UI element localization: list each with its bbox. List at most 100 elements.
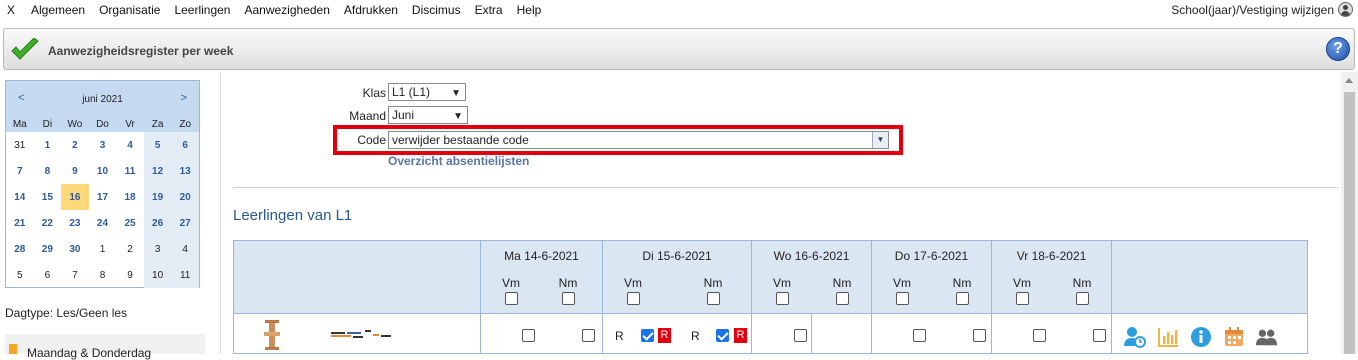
calendar-day[interactable]: 23 (61, 210, 89, 236)
calendar-day[interactable]: 5 (6, 262, 34, 288)
help-icon[interactable]: ? (1326, 37, 1350, 61)
code-select[interactable]: verwijder bestaande code ▼ (388, 131, 889, 149)
chart-icon[interactable] (1157, 326, 1179, 348)
calendar-day[interactable]: 10 (89, 158, 117, 184)
calendar-day[interactable]: 9 (116, 262, 144, 288)
calendar-day[interactable]: 16 (61, 184, 89, 210)
checkbox-vm-all[interactable] (776, 292, 789, 305)
actions-header (1112, 241, 1307, 313)
checkmark-icon (11, 38, 39, 60)
calendar-day[interactable]: 12 (143, 158, 172, 184)
checkbox-di-vm[interactable] (641, 329, 654, 342)
user-icon[interactable] (1338, 2, 1353, 17)
checkbox-nm-all[interactable] (956, 292, 969, 305)
calendar-day[interactable]: 1 (34, 132, 62, 158)
calendar-day[interactable]: 11 (171, 262, 199, 288)
calendar-day[interactable]: 15 (34, 184, 62, 210)
calendar-day[interactable]: 28 (6, 236, 34, 262)
calendar-day[interactable]: 2 (116, 236, 144, 262)
calendar-day[interactable]: 6 (171, 132, 199, 158)
calendar-day[interactable]: 21 (6, 210, 34, 236)
checkbox-nm-all[interactable] (836, 292, 849, 305)
calendar-day[interactable]: 1 (89, 236, 117, 262)
calendar-day[interactable]: 25 (116, 210, 144, 236)
checkbox-di-nm[interactable] (716, 329, 729, 342)
menu-help[interactable]: Help (510, 0, 549, 20)
klas-label: Klas (362, 86, 386, 100)
users-icon[interactable] (1256, 326, 1278, 348)
checkbox-vm-all[interactable] (896, 292, 909, 305)
maand-select[interactable]: Juni ▼ (388, 106, 468, 124)
calendar-day[interactable]: 18 (116, 184, 144, 210)
checkbox-ma-vm[interactable] (522, 329, 535, 342)
weekday-header: Za (143, 116, 172, 132)
checkbox-vm-all[interactable] (505, 292, 518, 305)
checkbox-nm-all[interactable] (707, 292, 720, 305)
calendar-day[interactable]: 24 (89, 210, 117, 236)
calendar-day[interactable]: 27 (171, 210, 199, 236)
calendar-day[interactable]: 10 (143, 262, 172, 288)
menu-aanwezigheden[interactable]: Aanwezigheden (237, 0, 336, 20)
menu-organisatie[interactable]: Organisatie (92, 0, 167, 20)
calendar-day[interactable]: 4 (171, 236, 199, 262)
calendar-day[interactable]: 2 (61, 132, 89, 158)
menu-leerlingen[interactable]: Leerlingen (167, 0, 237, 20)
checkbox-vm-all[interactable] (1016, 292, 1029, 305)
checkbox-wo-vm[interactable] (794, 329, 807, 342)
calendar-day[interactable]: 17 (89, 184, 117, 210)
menu-discimus[interactable]: Discimus (405, 0, 468, 20)
user-clock-icon[interactable] (1124, 326, 1146, 348)
calendar-day[interactable]: 7 (61, 262, 89, 288)
info-icon[interactable] (1190, 326, 1212, 348)
checkbox-vr-vm[interactable] (1033, 329, 1046, 342)
calendar-day[interactable]: 26 (143, 210, 172, 236)
page-title-bar: Aanwezigheidsregister per week ? (3, 28, 1355, 70)
day-header: Vr 18-6-2021 Vm Nm (992, 241, 1112, 313)
day-header: Di 15-6-2021 Vm Nm (603, 241, 752, 313)
page-title: Aanwezigheidsregister per week (48, 44, 234, 58)
menu-afdrukken[interactable]: Afdrukken (337, 0, 405, 20)
calendar-day[interactable]: 13 (171, 158, 199, 184)
klas-select[interactable]: L1 (L1) ▼ (388, 83, 466, 101)
calendar-day[interactable]: 14 (6, 184, 34, 210)
checkbox-nm-all[interactable] (1076, 292, 1089, 305)
scrollbar-thumb[interactable] (1344, 92, 1355, 354)
calendar-day[interactable]: 31 (6, 132, 34, 158)
calendar-day[interactable]: 3 (143, 236, 172, 262)
checkbox-vm-all[interactable] (627, 292, 640, 305)
calendar-day[interactable]: 5 (143, 132, 172, 158)
checkbox-do-nm[interactable] (973, 329, 986, 342)
calendar-day[interactable]: 3 (89, 132, 117, 158)
calendar-day[interactable]: 6 (34, 262, 62, 288)
calendar-day[interactable]: 19 (143, 184, 172, 210)
checkbox-do-vm[interactable] (913, 329, 926, 342)
calendar-day[interactable]: 11 (116, 158, 144, 184)
calendar-next-button[interactable]: > (181, 92, 187, 104)
scrollbar[interactable] (1341, 72, 1358, 354)
checkbox-nm-all[interactable] (562, 292, 575, 305)
menu-extra[interactable]: Extra (468, 0, 510, 20)
scroll-up-icon[interactable] (1345, 78, 1353, 83)
weekday-header: Do (88, 116, 117, 132)
checkbox-vr-nm[interactable] (1093, 329, 1106, 342)
calendar-day[interactable]: 29 (34, 236, 62, 262)
menu-algemeen[interactable]: Algemeen (24, 0, 92, 20)
checkbox-ma-nm[interactable] (582, 329, 595, 342)
calendar-day[interactable]: 9 (61, 158, 89, 184)
school-switch-link[interactable]: School(jaar)/Vestiging wijzigen (1171, 0, 1334, 20)
calendar-day[interactable]: 20 (171, 184, 199, 210)
calendar-day[interactable]: 22 (34, 210, 62, 236)
calendar-day[interactable]: 30 (61, 236, 89, 262)
calendar-day[interactable]: 7 (6, 158, 34, 184)
student-name[interactable] (331, 330, 391, 340)
attendance-grid: Ma 14-6-2021 Vm Nm Di 15-6-2021 Vm Nm Wo 16-… (233, 240, 1308, 354)
calendar-day[interactable]: 8 (89, 262, 117, 288)
weekday-header: Di (33, 116, 62, 132)
calendar-day[interactable]: 8 (34, 158, 62, 184)
legend-swatch (9, 344, 17, 354)
calendar-icon[interactable] (1223, 326, 1245, 348)
calendar-day[interactable]: 4 (116, 132, 144, 158)
overzicht-link[interactable]: Overzicht absentielijsten (388, 154, 529, 168)
chevron-down-icon: ▼ (453, 111, 463, 122)
menu-close[interactable]: X (0, 0, 24, 20)
